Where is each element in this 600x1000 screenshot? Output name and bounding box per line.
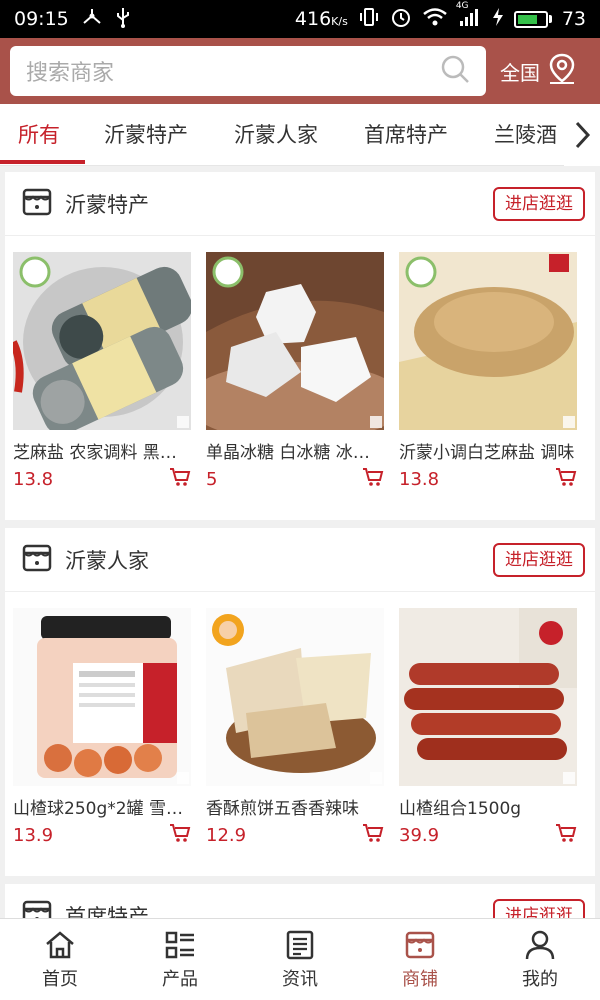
- nav-shops[interactable]: 商铺: [360, 919, 480, 1000]
- search-icon[interactable]: [440, 54, 470, 88]
- cart-icon[interactable]: [362, 823, 384, 847]
- product-list: 芝麻盐 农家调料 黑芝麻盐 13.8 单晶冰糖 白冰糖 冰糖块: [5, 236, 595, 491]
- usb-icon: [115, 6, 131, 33]
- user-icon[interactable]: [524, 929, 556, 961]
- nav-products[interactable]: 产品: [120, 919, 240, 1000]
- cart-icon[interactable]: [169, 467, 191, 491]
- nav-mine[interactable]: 我的: [480, 919, 600, 1000]
- category-tabs: 所有 沂蒙特产 沂蒙人家 首席特产 兰陵酒: [0, 104, 600, 166]
- region-selector[interactable]: 全国: [500, 46, 576, 96]
- app-header: 搜索商家 全国: [0, 38, 600, 104]
- zoom-icon: [177, 416, 189, 428]
- product-image-hawthorn-rolls[interactable]: [399, 608, 577, 786]
- product-name[interactable]: 香酥煎饼五香香辣味: [206, 794, 384, 819]
- vibrate-icon: [358, 7, 380, 32]
- product-card[interactable]: 沂蒙小调白芝麻盐 调味 13.8: [399, 252, 577, 491]
- active-tab-indicator: [0, 160, 85, 164]
- product-card[interactable]: 香酥煎饼五香香辣味 12.9: [206, 608, 384, 847]
- product-name[interactable]: 沂蒙小调白芝麻盐 调味: [399, 438, 577, 463]
- store-header: 沂蒙特产 进店逛逛: [5, 172, 595, 236]
- nav-label[interactable]: 资讯: [282, 965, 318, 991]
- product-price: 39.9: [399, 824, 440, 846]
- store-icon: [21, 186, 53, 222]
- region-label[interactable]: 全国: [500, 57, 540, 86]
- battery-icon: [513, 10, 552, 28]
- search-box[interactable]: 搜索商家: [10, 46, 486, 96]
- store-section: 沂蒙人家 进店逛逛 山楂球250g*2罐 雪球山楂 13.9: [5, 528, 595, 876]
- grid-list-icon[interactable]: [164, 929, 196, 961]
- chevron-right-icon[interactable]: [573, 120, 591, 150]
- tabs-more-button[interactable]: [564, 104, 600, 166]
- zoom-icon: [370, 772, 382, 784]
- product-price: 13.8: [13, 468, 54, 490]
- product-image-sesame-salt[interactable]: [13, 252, 191, 430]
- visit-store-button[interactable]: 进店逛逛: [493, 542, 585, 577]
- visit-store-button[interactable]: 进店逛逛: [493, 186, 585, 221]
- nav-news[interactable]: 资讯: [240, 919, 360, 1000]
- product-price: 5: [206, 468, 218, 490]
- status-bar: 09:15 416K/s 4G 73: [0, 0, 600, 38]
- status-time: 09:15: [14, 8, 69, 30]
- store-name[interactable]: 沂蒙特产: [65, 189, 493, 219]
- product-card[interactable]: 芝麻盐 农家调料 黑芝麻盐 13.8: [13, 252, 191, 491]
- product-card[interactable]: 单晶冰糖 白冰糖 冰糖块 5: [206, 252, 384, 491]
- product-price: 13.8: [399, 468, 440, 490]
- product-image-white-sesame-salt[interactable]: [399, 252, 577, 430]
- cart-icon[interactable]: [555, 467, 577, 491]
- cart-icon[interactable]: [362, 467, 384, 491]
- zoom-icon: [563, 772, 575, 784]
- product-name[interactable]: 山楂组合1500g: [399, 794, 577, 819]
- store-header: 沂蒙人家 进店逛逛: [5, 528, 595, 592]
- nav-label[interactable]: 产品: [162, 965, 198, 991]
- nav-label[interactable]: 我的: [522, 965, 558, 991]
- alarm-icon: [390, 6, 412, 33]
- store-name[interactable]: 沂蒙人家: [65, 545, 493, 575]
- zoom-icon: [563, 416, 575, 428]
- product-name[interactable]: 单晶冰糖 白冰糖 冰糖块: [206, 438, 384, 463]
- tab-yimeng-specialty[interactable]: 沂蒙特产: [104, 104, 188, 165]
- product-name[interactable]: 芝麻盐 农家调料 黑芝麻盐: [13, 438, 191, 463]
- charging-icon: [492, 7, 504, 32]
- zoom-icon: [370, 416, 382, 428]
- product-card[interactable]: 山楂组合1500g 39.9: [399, 608, 577, 847]
- tab-all[interactable]: 所有: [18, 104, 60, 165]
- store-icon: [21, 542, 53, 578]
- product-image-rock-sugar[interactable]: [206, 252, 384, 430]
- zoom-icon: [177, 772, 189, 784]
- cart-icon[interactable]: [555, 823, 577, 847]
- network-speed: 416K/s: [294, 8, 348, 30]
- store-section: 沂蒙特产 进店逛逛 芝麻盐 农家调料 黑芝麻盐 13.8: [5, 172, 595, 520]
- bottom-nav: 首页 产品 资讯 商铺 我的: [0, 918, 600, 1000]
- nav-label[interactable]: 商铺: [402, 965, 438, 991]
- shop-icon[interactable]: [404, 929, 436, 961]
- tab-chief-specialty[interactable]: 首席特产: [364, 104, 448, 165]
- share-icon: [81, 7, 103, 32]
- cart-icon[interactable]: [169, 823, 191, 847]
- product-list: 山楂球250g*2罐 雪球山楂 13.9 香酥煎饼五香香辣味: [5, 592, 595, 847]
- tab-lanling-wine[interactable]: 兰陵酒: [494, 104, 557, 165]
- nav-home[interactable]: 首页: [0, 919, 120, 1000]
- signal-icon: 4G: [456, 1, 482, 32]
- home-icon[interactable]: [44, 929, 76, 961]
- search-placeholder[interactable]: 搜索商家: [26, 55, 440, 87]
- nav-label[interactable]: 首页: [42, 965, 78, 991]
- tab-yimeng-family[interactable]: 沂蒙人家: [234, 104, 318, 165]
- wifi-icon: [422, 7, 448, 32]
- product-name[interactable]: 山楂球250g*2罐 雪球山楂: [13, 794, 191, 819]
- news-icon[interactable]: [284, 929, 316, 961]
- product-price: 12.9: [206, 824, 247, 846]
- location-pin-icon[interactable]: [548, 53, 576, 90]
- product-image-pancake[interactable]: [206, 608, 384, 786]
- product-card[interactable]: 山楂球250g*2罐 雪球山楂 13.9: [13, 608, 191, 847]
- battery-percent: 73: [561, 8, 586, 30]
- product-image-hawthorn-balls[interactable]: [13, 608, 191, 786]
- product-price: 13.9: [13, 824, 54, 846]
